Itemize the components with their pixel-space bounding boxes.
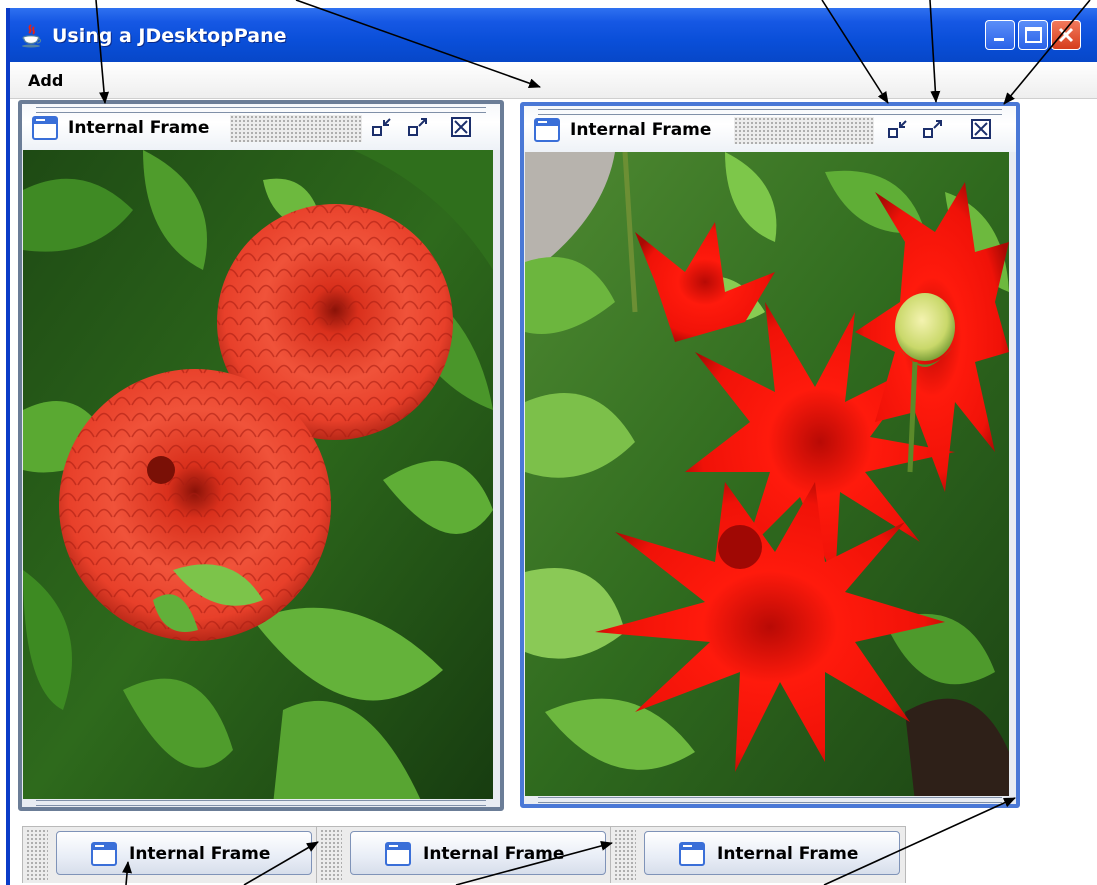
internal-frame-title: Internal Frame (570, 120, 712, 140)
iconified-frame-button[interactable]: Internal Frame (56, 831, 312, 875)
iconified-frame-2[interactable]: Internal Frame (316, 826, 612, 883)
titlebar-grip (230, 115, 362, 142)
iconified-frame-label: Internal Frame (423, 844, 565, 864)
desktop-pane: Internal Frame Internal Frame Internal F… (10, 99, 1097, 885)
iconified-frame-label: Internal Frame (129, 844, 271, 864)
iconified-frame-button[interactable]: Internal Frame (644, 831, 900, 875)
internal-frame-left[interactable]: Internal Frame (18, 100, 504, 811)
frame-image-orange-dahlias (23, 150, 499, 799)
frame-window-icon (32, 116, 58, 140)
dahlia-photo (525, 152, 1009, 796)
frame-window-icon (385, 842, 411, 866)
close-icon[interactable] (450, 116, 472, 138)
window-maximize-button[interactable] (1018, 20, 1048, 50)
menu-bar: Add (10, 62, 1097, 99)
frame-window-icon (91, 842, 117, 866)
frame-top-border (36, 107, 486, 113)
maximize-icon (1025, 27, 1042, 43)
iconified-frame-1[interactable]: Internal Frame (22, 826, 318, 883)
close-icon (1058, 27, 1074, 43)
frame-bottom-border (36, 800, 486, 806)
window-title: Using a JDesktopPane (52, 25, 287, 47)
internal-frame-titlebar[interactable]: Internal Frame (22, 104, 500, 150)
frame-window-icon (534, 118, 560, 142)
internal-frame-title: Internal Frame (68, 118, 210, 138)
frame-window-icon (679, 842, 705, 866)
iconify-icon[interactable] (887, 118, 909, 140)
frame-bottom-border (538, 797, 1002, 803)
maximize-icon[interactable] (922, 118, 944, 140)
window-minimize-button[interactable] (985, 20, 1015, 50)
titlebar-grip (734, 117, 874, 144)
dahlia-photo (23, 150, 493, 799)
iconified-frame-3[interactable]: Internal Frame (610, 826, 906, 883)
application-window: Using a JDesktopPane Add Internal Frame … (6, 8, 1097, 885)
internal-frame-right[interactable]: Internal Frame (520, 102, 1020, 808)
internal-frame-titlebar[interactable]: Internal Frame (524, 106, 1016, 152)
close-icon[interactable] (970, 118, 992, 140)
iconify-icon[interactable] (371, 116, 393, 138)
iconified-frame-grip (614, 829, 636, 881)
window-close-button[interactable] (1051, 20, 1081, 50)
minimize-icon (994, 38, 1004, 41)
iconified-frame-grip (26, 829, 48, 881)
screenshot: Using a JDesktopPane Add Internal Frame … (0, 0, 1097, 885)
menu-add[interactable]: Add (28, 71, 63, 90)
window-titlebar[interactable]: Using a JDesktopPane (10, 8, 1097, 62)
java-coffee-icon (22, 24, 42, 48)
iconified-frame-button[interactable]: Internal Frame (350, 831, 606, 875)
iconified-frame-label: Internal Frame (717, 844, 859, 864)
frame-top-border (538, 109, 1002, 115)
frame-image-red-dahlia (525, 152, 1015, 796)
maximize-icon[interactable] (407, 116, 429, 138)
iconified-frame-grip (320, 829, 342, 881)
